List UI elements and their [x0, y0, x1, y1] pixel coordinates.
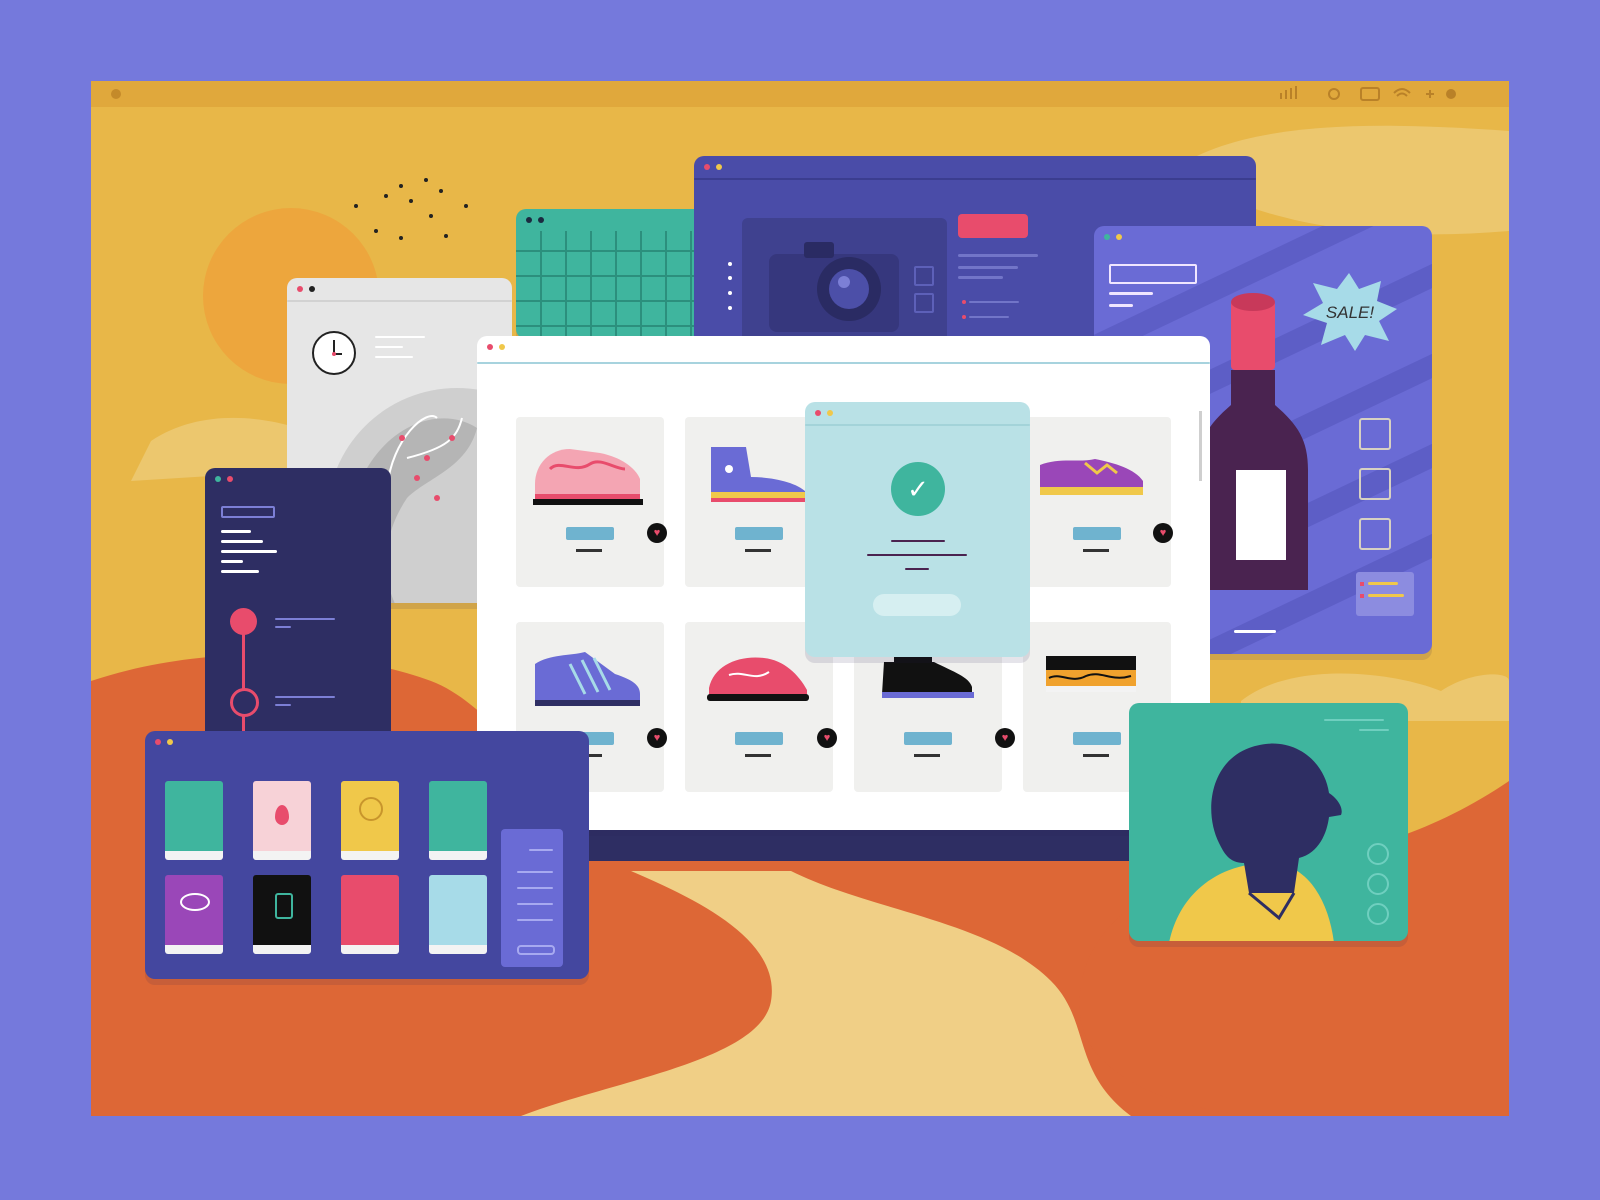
sneaker-purple-icon — [1040, 459, 1143, 495]
screen-icon — [1360, 87, 1380, 101]
cart-summary — [1356, 572, 1414, 616]
wishlist-heart-icon[interactable]: ♥ — [817, 728, 837, 748]
timeline-window[interactable] — [205, 468, 391, 763]
signal-bars-icon — [1280, 86, 1297, 99]
apple-menu-icon[interactable] — [111, 89, 121, 99]
sale-badge: SALE! — [1303, 273, 1397, 351]
sneaker-blue-icon — [535, 652, 640, 706]
confirmation-dialog[interactable]: ✓ — [805, 402, 1030, 657]
wine-bottle-icon — [1198, 293, 1308, 590]
user-status-icon — [1446, 89, 1456, 99]
grid-window[interactable] — [516, 209, 706, 339]
wifi-icon — [1393, 88, 1411, 97]
sale-badge-text: SALE! — [1326, 303, 1374, 322]
wishlist-heart-icon[interactable]: ♥ — [1153, 523, 1173, 543]
book-wave-icon[interactable] — [429, 781, 487, 860]
menu-bar — [91, 81, 1509, 107]
wishlist-heart-icon[interactable]: ♥ — [647, 523, 667, 543]
sneaker-red-icon — [707, 657, 809, 701]
avatar-icon — [1169, 743, 1342, 941]
clock-icon — [312, 331, 356, 375]
search-input[interactable] — [1109, 264, 1197, 284]
timeline-node-2[interactable] — [230, 688, 259, 717]
book-eye-icon[interactable] — [165, 875, 223, 954]
check-circle-icon: ✓ — [891, 462, 945, 516]
record-icon — [1328, 88, 1340, 100]
product-card[interactable] — [1023, 417, 1171, 587]
book-drop-icon[interactable] — [253, 781, 311, 860]
buy-button[interactable] — [958, 214, 1028, 238]
wishlist-heart-icon[interactable]: ♥ — [995, 728, 1015, 748]
sparkle-dots-icon — [354, 178, 468, 240]
book-mountain-icon[interactable] — [341, 875, 399, 954]
plus-icon — [1426, 90, 1434, 98]
book-stairs-icon[interactable] — [165, 781, 223, 860]
sneaker-pink-icon — [533, 449, 643, 505]
sneaker-orange-icon — [1046, 656, 1136, 692]
desktop-scene: SALE! ♥ ♥ ♥ ♥ ♥ ✓ — [91, 81, 1509, 1116]
status-icons — [1280, 86, 1456, 101]
product-card[interactable] — [516, 417, 664, 587]
book-lines-icon[interactable] — [429, 875, 487, 954]
library-window[interactable] — [145, 731, 589, 979]
book-mug-icon[interactable] — [253, 875, 311, 954]
sneaker-hightop-icon — [711, 447, 806, 502]
library-sidebar — [501, 829, 563, 967]
confirm-button[interactable] — [873, 594, 961, 616]
profile-window[interactable] — [1129, 703, 1408, 941]
scrollbar[interactable] — [1199, 411, 1202, 481]
book-planet-icon[interactable] — [341, 781, 399, 860]
timeline-node-1[interactable] — [230, 608, 257, 635]
camera-icon — [769, 242, 899, 332]
grid-pattern — [516, 231, 706, 339]
wishlist-heart-icon[interactable]: ♥ — [647, 728, 667, 748]
